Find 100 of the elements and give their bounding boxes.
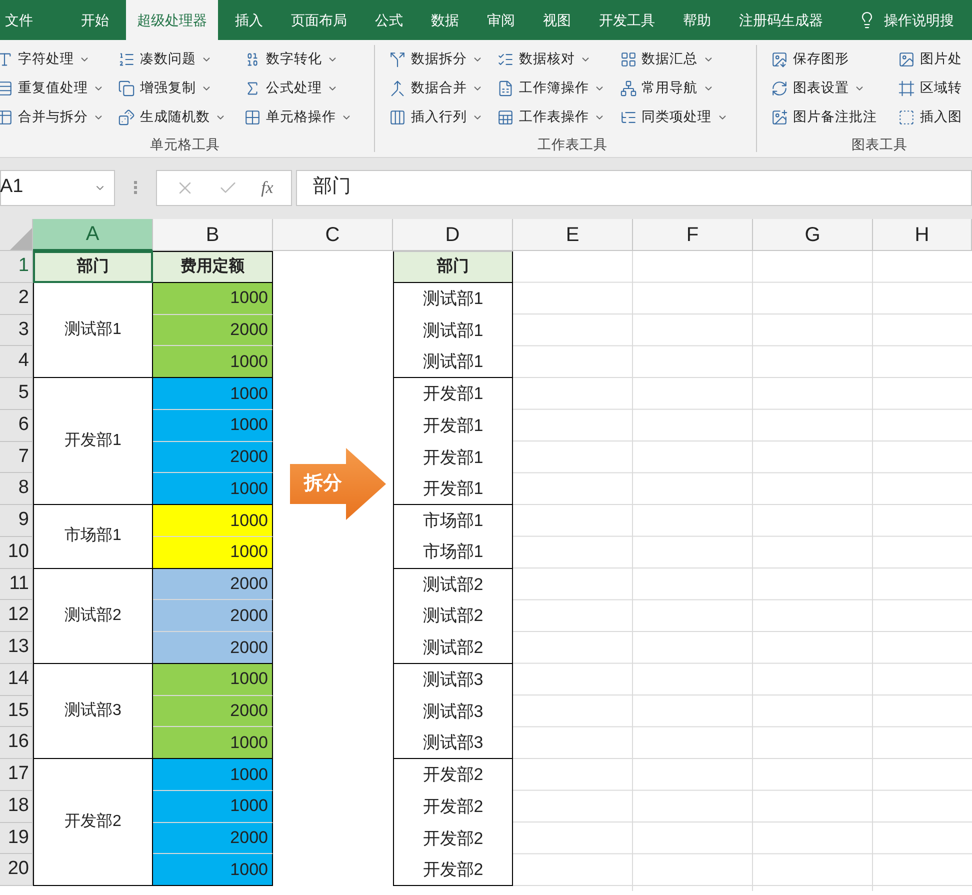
spreadsheet-file-icon xyxy=(497,80,514,96)
table-cell: 1000 xyxy=(153,282,273,314)
ribbon-button[interactable]: 单元格操作 xyxy=(244,106,374,128)
row-header[interactable]: 10 xyxy=(0,536,33,568)
row-header[interactable]: 14 xyxy=(0,664,33,696)
row-header[interactable]: 16 xyxy=(0,727,33,759)
row-header[interactable]: 2 xyxy=(0,282,33,314)
column-header[interactable]: B xyxy=(153,219,273,251)
ribbon-tab[interactable]: 开发工具 xyxy=(588,0,666,40)
name-box[interactable]: A1 xyxy=(0,170,115,206)
row-header[interactable]: 4 xyxy=(0,346,33,378)
row-header[interactable]: 20 xyxy=(0,854,33,886)
ribbon-tab[interactable]: 视图 xyxy=(532,0,582,40)
ribbon-button[interactable]: 合并与拆分 xyxy=(0,106,118,128)
ribbon-button[interactable]: 常用导航 xyxy=(620,77,756,99)
ribbon-button[interactable]: 插入图 xyxy=(898,106,972,128)
ribbon-tab[interactable]: 数据 xyxy=(420,0,470,40)
row-header[interactable]: 3 xyxy=(0,314,33,346)
split-icon xyxy=(389,50,406,68)
table-cell: 1000 xyxy=(153,410,273,442)
ribbon-button[interactable]: 区域转 xyxy=(898,77,972,99)
ribbon-tab[interactable]: 开始 xyxy=(70,0,120,40)
ribbon-tab[interactable]: 超级处理器 xyxy=(126,0,218,40)
ribbon-button[interactable]: 数字转化 xyxy=(244,48,374,70)
function-button[interactable]: fx xyxy=(261,174,274,200)
text-icon xyxy=(0,50,13,68)
row-header[interactable]: 19 xyxy=(0,822,33,854)
layout-grid-icon xyxy=(620,50,637,68)
ribbon-button[interactable]: 数据拆分 xyxy=(389,48,498,70)
ribbon-button[interactable]: 数据汇总 xyxy=(620,48,756,70)
column-header[interactable]: G xyxy=(753,219,873,251)
ribbon-button[interactable]: 重复值处理 xyxy=(0,77,118,99)
row-header[interactable]: 6 xyxy=(0,410,33,442)
table-cell: 1000 xyxy=(153,505,273,537)
row-header[interactable]: 13 xyxy=(0,632,33,664)
image-plus-icon xyxy=(771,108,788,126)
row-header[interactable]: 15 xyxy=(0,696,33,728)
row-header[interactable]: 1 xyxy=(0,251,33,283)
arrow-label: 拆分 xyxy=(304,472,342,496)
table-cell: 测试部2 xyxy=(393,632,513,664)
ribbon-tab[interactable]: 页面布局 xyxy=(280,0,358,40)
ribbon-button[interactable]: 插入行列 xyxy=(389,106,498,128)
column-header[interactable]: H xyxy=(873,219,972,251)
network-icon xyxy=(620,80,637,96)
table-cell: 1000 xyxy=(153,759,273,791)
ribbon-button[interactable]: 生成随机数 xyxy=(118,106,244,128)
row-header[interactable]: 7 xyxy=(0,442,33,474)
ribbon-button[interactable]: 工作表操作 xyxy=(497,106,620,128)
row-header[interactable]: 9 xyxy=(0,505,33,537)
formula-field[interactable]: 部门 xyxy=(296,170,972,206)
column-header[interactable]: A xyxy=(33,219,153,251)
select-all-corner[interactable] xyxy=(8,226,32,250)
table-cell: 开发部2 xyxy=(393,759,513,791)
table-cell: 1000 xyxy=(153,536,273,568)
ribbon-tab[interactable]: 公式 xyxy=(364,0,414,40)
dashed-square-icon xyxy=(898,108,915,126)
table-icon xyxy=(0,108,13,126)
ribbon-button[interactable]: 数据核对 xyxy=(497,48,620,70)
search-label[interactable]: 操作说明搜 xyxy=(884,10,954,30)
ribbon-button[interactable]: 增强复制 xyxy=(118,77,244,99)
frame-icon xyxy=(898,80,915,96)
row-header[interactable]: 18 xyxy=(0,790,33,822)
column-header[interactable]: C xyxy=(273,219,393,251)
ribbon-button[interactable]: 凑数问题 xyxy=(118,48,244,70)
ribbon-button[interactable]: 图表设置 xyxy=(771,77,898,99)
image-icon xyxy=(898,50,915,68)
ribbon-button[interactable]: 数据合并 xyxy=(389,77,498,99)
table-cell: 1000 xyxy=(153,346,273,378)
ribbon-button[interactable]: 图片备注批注 xyxy=(771,106,898,128)
ribbon-tab[interactable]: 注册码生成器 xyxy=(728,0,834,40)
table-cell: 2000 xyxy=(153,822,273,854)
table-cell: 测试部2 xyxy=(393,568,513,600)
ribbon-tab[interactable]: 帮助 xyxy=(672,0,722,40)
ribbon-button[interactable]: 同类项处理 xyxy=(620,106,756,128)
row-header[interactable]: 5 xyxy=(0,378,33,410)
row-header[interactable]: 11 xyxy=(0,568,33,600)
row-header[interactable]: 8 xyxy=(0,473,33,505)
row-header[interactable]: 12 xyxy=(0,600,33,632)
image-download-icon xyxy=(771,50,788,68)
group-label: 图表工具 xyxy=(850,136,908,154)
ribbon-button[interactable]: 公式处理 xyxy=(244,77,374,99)
ribbon-tab[interactable]: 审阅 xyxy=(476,0,526,40)
column-header[interactable]: F xyxy=(633,219,753,251)
table-cell: 1000 xyxy=(153,790,273,822)
ribbon-button[interactable]: 字符处理 xyxy=(0,48,118,70)
table-cell: 1000 xyxy=(153,854,273,886)
table-cell: 测试部2 xyxy=(393,600,513,632)
column-header[interactable]: D xyxy=(393,219,513,251)
ribbon-button[interactable]: 保存图形 xyxy=(771,48,898,70)
table-cell: 市场部1 xyxy=(393,505,513,537)
ribbon-button[interactable]: 工作簿操作 xyxy=(497,77,620,99)
column-header[interactable]: E xyxy=(513,219,633,251)
ribbon-tab[interactable]: 插入 xyxy=(224,0,274,40)
ribbon-tab[interactable]: 文件 xyxy=(5,0,44,40)
row-header[interactable]: 17 xyxy=(0,759,33,791)
table-cell: 2000 xyxy=(153,314,273,346)
ribbon-button[interactable]: 图片处 xyxy=(898,48,972,70)
table-cell: 开发部2 xyxy=(393,822,513,854)
group-label: 工作表工具 xyxy=(536,136,608,154)
table-cell: 测试部1 xyxy=(393,314,513,346)
